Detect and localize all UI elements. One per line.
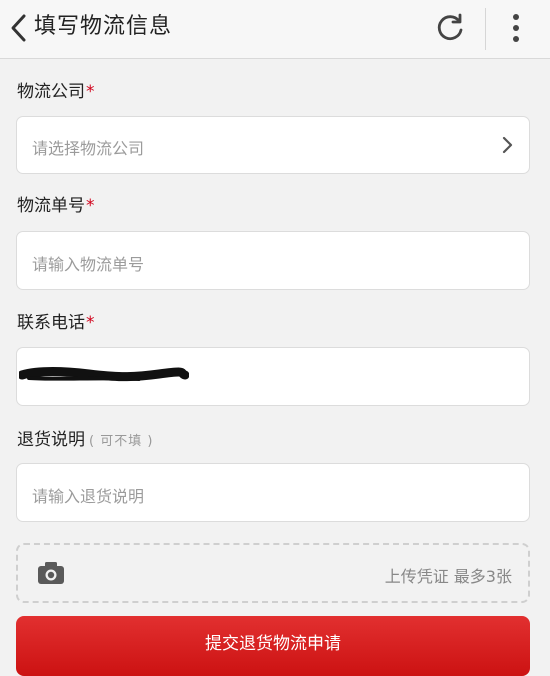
reason-input[interactable]: 请输入退货说明 (16, 463, 530, 522)
reason-placeholder: 请输入退货说明 (32, 487, 145, 506)
required-mark: * (86, 196, 95, 216)
header-divider (485, 8, 486, 50)
chevron-right-icon (502, 136, 513, 154)
tracking-label: 物流单号* (17, 196, 95, 216)
back-icon[interactable] (6, 12, 32, 44)
redaction-mark (19, 367, 189, 382)
more-vertical-icon[interactable] (500, 10, 532, 46)
camera-icon (38, 562, 64, 584)
company-select[interactable]: 请选择物流公司 (16, 116, 530, 174)
app-header: 填写物流信息 (0, 0, 550, 59)
submit-return-button[interactable]: 提交退货物流申请 (16, 616, 530, 676)
phone-input[interactable] (16, 347, 530, 406)
required-mark: * (86, 82, 95, 102)
tracking-input[interactable]: 请输入物流单号 (16, 231, 530, 290)
tracking-placeholder: 请输入物流单号 (32, 255, 145, 274)
phone-label: 联系电话* (17, 313, 95, 333)
optional-note: ( 可不填 ) (89, 434, 154, 449)
reason-label: 退货说明( 可不填 ) (17, 430, 154, 450)
upload-label: 上传凭证 最多3张 (384, 567, 512, 586)
refresh-icon[interactable] (432, 10, 468, 46)
page-title: 填写物流信息 (34, 14, 173, 39)
company-label: 物流公司* (17, 82, 95, 102)
required-mark: * (86, 313, 95, 333)
company-placeholder: 请选择物流公司 (32, 139, 145, 158)
upload-proof-button[interactable]: 上传凭证 最多3张 (16, 543, 530, 603)
